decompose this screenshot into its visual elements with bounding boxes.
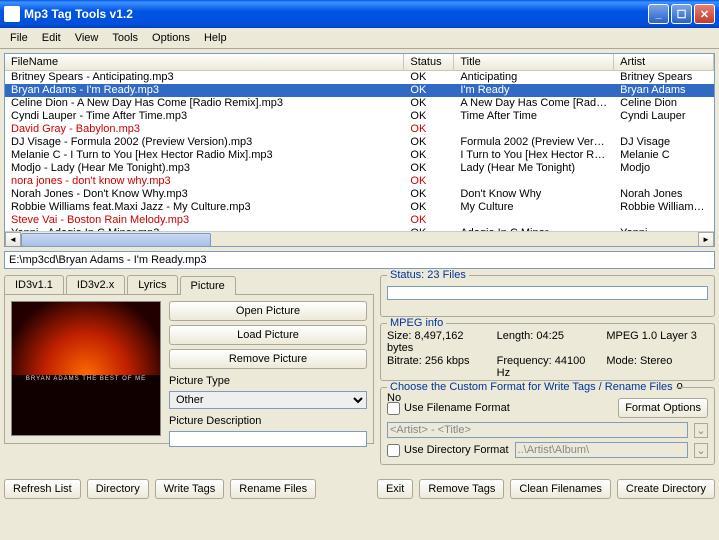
create-directory-button[interactable]: Create Directory bbox=[617, 479, 715, 499]
format-options-button[interactable]: Format Options bbox=[618, 398, 708, 418]
format-title: Choose the Custom Format for Write Tags … bbox=[387, 381, 676, 393]
menu-help[interactable]: Help bbox=[198, 30, 233, 46]
table-row[interactable]: David Gray - Babylon.mp3OK bbox=[5, 123, 714, 136]
horizontal-scrollbar[interactable]: ◄ ► bbox=[5, 231, 714, 247]
col-filename[interactable]: FileName bbox=[5, 54, 404, 70]
menu-tools[interactable]: Tools bbox=[106, 30, 144, 46]
exit-button[interactable]: Exit bbox=[377, 479, 413, 499]
menu-view[interactable]: View bbox=[69, 30, 105, 46]
mpeg-freq: Frequency: 44100 Hz bbox=[497, 355, 599, 379]
menubar: FileEditViewToolsOptionsHelp bbox=[0, 28, 719, 49]
picture-tab-body: BRYAN ADAMS THE BEST OF ME Open Picture … bbox=[4, 294, 374, 444]
album-art: BRYAN ADAMS THE BEST OF ME bbox=[11, 301, 161, 436]
table-row[interactable]: Melanie C - I Turn to You [Hex Hector Ra… bbox=[5, 149, 714, 162]
picture-type-label: Picture Type bbox=[169, 375, 367, 387]
mpeg-title: MPEG info bbox=[387, 317, 446, 329]
col-title[interactable]: Title bbox=[454, 54, 614, 70]
menu-options[interactable]: Options bbox=[146, 30, 196, 46]
minimize-button[interactable]: _ bbox=[648, 4, 669, 24]
tab-id3v2x[interactable]: ID3v2.x bbox=[66, 275, 125, 294]
col-artist[interactable]: Artist bbox=[614, 54, 714, 70]
bottom-toolbar: Refresh List Directory Write Tags Rename… bbox=[0, 475, 719, 503]
table-row[interactable]: Modjo - Lady (Hear Me Tonight).mp3OKLady… bbox=[5, 162, 714, 175]
write-tags-button[interactable]: Write Tags bbox=[155, 479, 225, 499]
status-label: Status: 23 Files bbox=[387, 269, 469, 281]
status-progress bbox=[387, 286, 708, 300]
listview-header[interactable]: FileName Status Title Artist bbox=[5, 54, 714, 71]
directory-button[interactable]: Directory bbox=[87, 479, 149, 499]
mpeg-size: Size: 8,497,162 bytes bbox=[387, 330, 489, 354]
table-row[interactable]: nora jones - don't know why.mp3OK bbox=[5, 175, 714, 188]
chevron-down-icon[interactable]: ⌄ bbox=[694, 423, 708, 438]
scroll-thumb[interactable] bbox=[21, 233, 211, 247]
table-row[interactable]: Britney Spears - Anticipating.mp3OKAntic… bbox=[5, 71, 714, 84]
menu-file[interactable]: File bbox=[4, 30, 34, 46]
titlebar: Mp3 Tag Tools v1.2 _ ☐ ✕ bbox=[0, 0, 719, 28]
open-picture-button[interactable]: Open Picture bbox=[169, 301, 367, 321]
filename-format-input bbox=[387, 422, 688, 438]
use-directory-checkbox[interactable]: Use Directory Format bbox=[387, 444, 509, 457]
use-filename-checkbox[interactable]: Use Filename Format bbox=[387, 402, 510, 415]
maximize-button[interactable]: ☐ bbox=[671, 4, 692, 24]
table-row[interactable]: Robbie Williams feat.Maxi Jazz - My Cult… bbox=[5, 201, 714, 214]
picture-desc-label: Picture Description bbox=[169, 415, 367, 427]
table-row[interactable]: Yanni - Adagio In C Minor.mp3OKAdagio In… bbox=[5, 227, 714, 231]
tabs: ID3v1.1ID3v2.xLyricsPicture bbox=[4, 275, 374, 294]
rename-files-button[interactable]: Rename Files bbox=[230, 479, 316, 499]
table-row[interactable]: Celine Dion - A New Day Has Come [Radio … bbox=[5, 97, 714, 110]
remove-tags-button[interactable]: Remove Tags bbox=[419, 479, 504, 499]
tab-picture[interactable]: Picture bbox=[180, 276, 236, 295]
col-status[interactable]: Status bbox=[404, 54, 454, 70]
mpeg-mode: Mode: Stereo bbox=[606, 355, 708, 379]
chevron-down-icon[interactable]: ⌄ bbox=[694, 443, 708, 458]
file-path: E:\mp3cd\Bryan Adams - I'm Ready.mp3 bbox=[4, 251, 715, 269]
table-row[interactable]: Bryan Adams - I'm Ready.mp3OKI'm ReadyBr… bbox=[5, 84, 714, 97]
menu-edit[interactable]: Edit bbox=[36, 30, 67, 46]
mpeg-layer: MPEG 1.0 Layer 3 bbox=[606, 330, 708, 354]
refresh-list-button[interactable]: Refresh List bbox=[4, 479, 81, 499]
tab-id3v11[interactable]: ID3v1.1 bbox=[4, 275, 64, 294]
tab-lyrics[interactable]: Lyrics bbox=[127, 275, 177, 294]
scroll-left-icon[interactable]: ◄ bbox=[5, 232, 21, 248]
table-row[interactable]: Cyndi Lauper - Time After Time.mp3OKTime… bbox=[5, 110, 714, 123]
mpeg-bitrate: Bitrate: 256 kbps bbox=[387, 355, 489, 379]
remove-picture-button[interactable]: Remove Picture bbox=[169, 349, 367, 369]
mpeg-length: Length: 04:25 bbox=[497, 330, 599, 354]
load-picture-button[interactable]: Load Picture bbox=[169, 325, 367, 345]
table-row[interactable]: Steve Vai - Boston Rain Melody.mp3OK bbox=[5, 214, 714, 227]
picture-type-select[interactable]: Other bbox=[169, 391, 367, 409]
app-icon bbox=[4, 6, 20, 22]
scroll-right-icon[interactable]: ► bbox=[698, 232, 714, 248]
window-title: Mp3 Tag Tools v1.2 bbox=[24, 7, 648, 21]
file-listview[interactable]: FileName Status Title Artist Britney Spe… bbox=[4, 53, 715, 247]
table-row[interactable]: Norah Jones - Don't Know Why.mp3OKDon't … bbox=[5, 188, 714, 201]
directory-format-input bbox=[515, 442, 688, 458]
clean-filenames-button[interactable]: Clean Filenames bbox=[510, 479, 611, 499]
table-row[interactable]: DJ Visage - Formula 2002 (Preview Versio… bbox=[5, 136, 714, 149]
picture-desc-input[interactable] bbox=[169, 431, 367, 447]
close-button[interactable]: ✕ bbox=[694, 4, 715, 24]
